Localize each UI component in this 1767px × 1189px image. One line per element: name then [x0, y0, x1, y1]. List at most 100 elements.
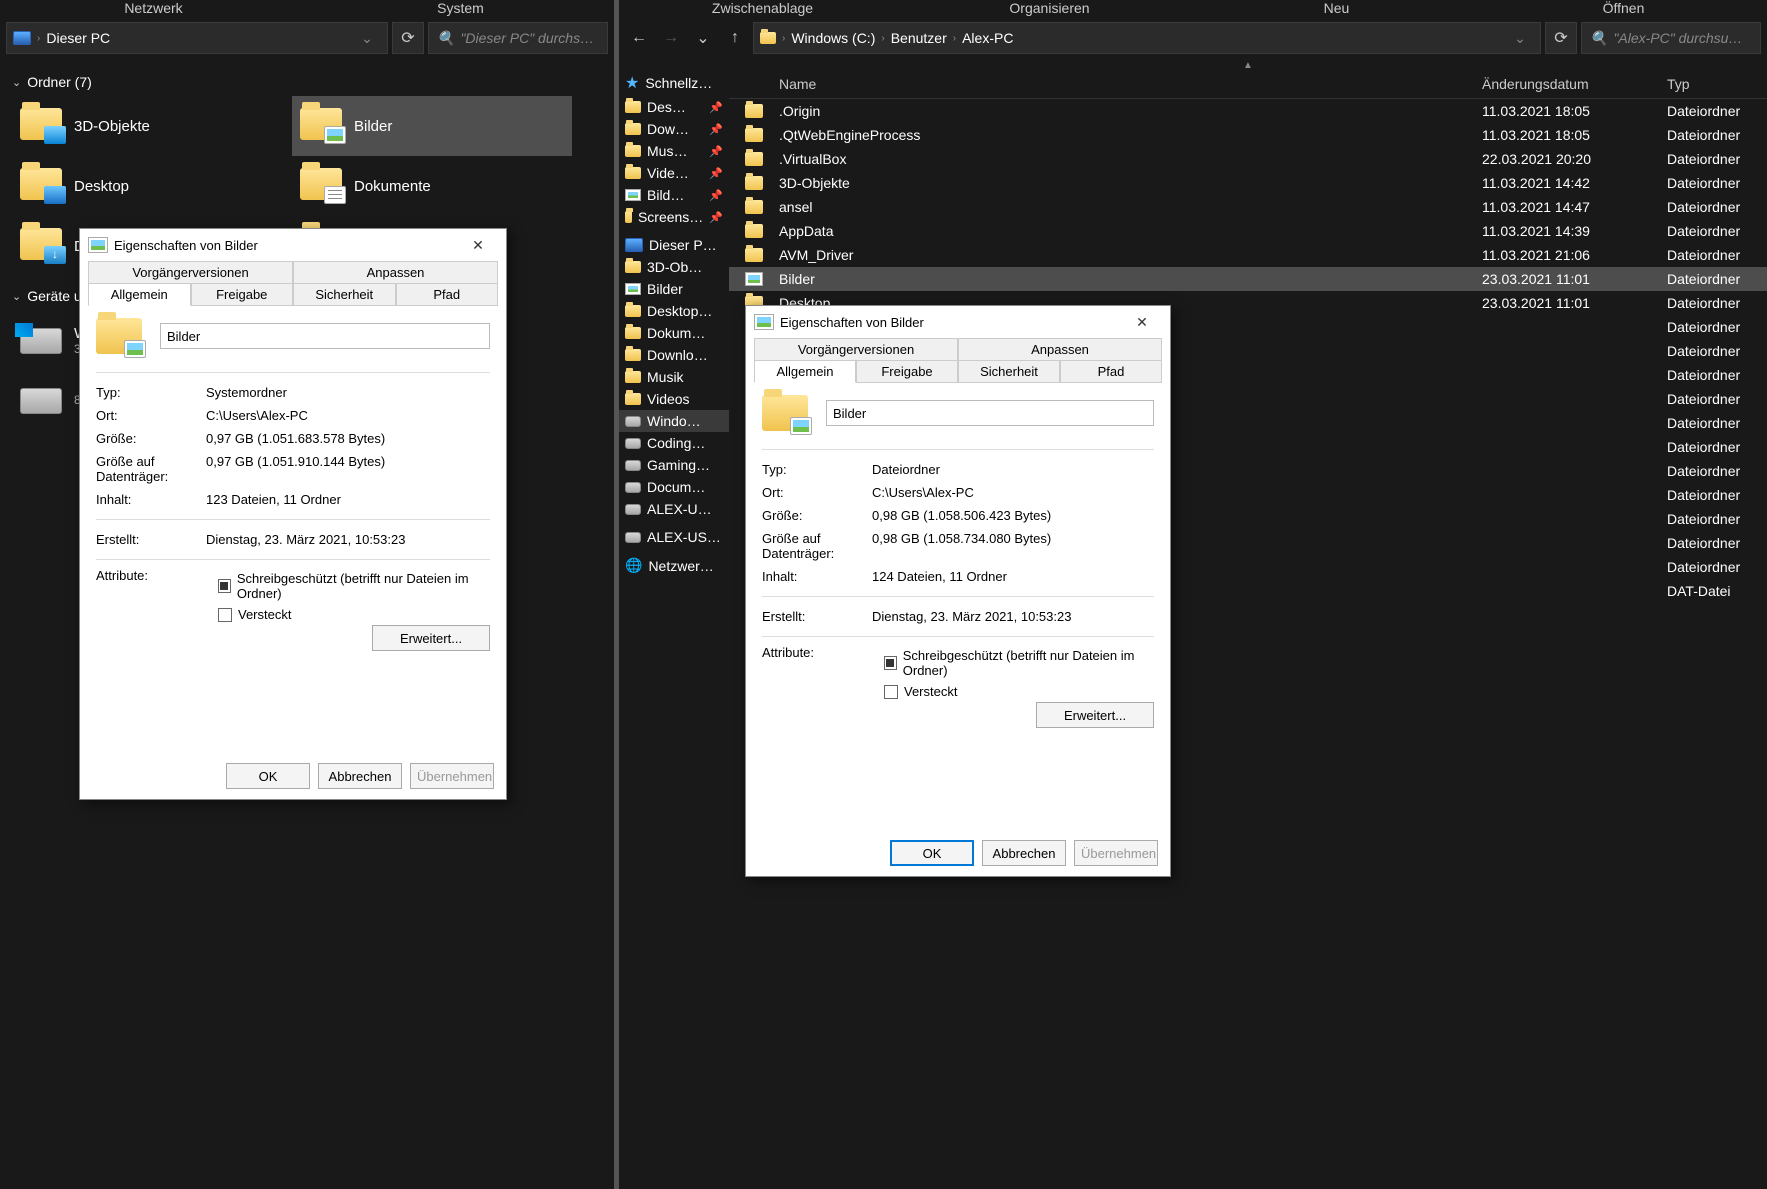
- tab-path[interactable]: Pfad: [1060, 360, 1162, 383]
- tree-item[interactable]: Vide…📌: [619, 162, 729, 184]
- tree-item[interactable]: Desktop…: [619, 300, 729, 322]
- address-field[interactable]: › Windows (C:) › Benutzer › Alex-PC ⌄: [753, 22, 1541, 54]
- list-row[interactable]: .Origin11.03.2021 18:05Dateiordner: [729, 99, 1767, 123]
- tree-item[interactable]: Coding…: [619, 432, 729, 454]
- breadcrumb[interactable]: Benutzer: [891, 30, 947, 46]
- tree-item[interactable]: Windo…: [619, 410, 729, 432]
- tab-sharing[interactable]: Freigabe: [191, 283, 294, 306]
- breadcrumb[interactable]: Windows (C:): [791, 30, 875, 46]
- drive-icon: [625, 460, 641, 471]
- breadcrumb[interactable]: Alex-PC: [962, 30, 1013, 46]
- dialog-title: Eigenschaften von Bilder: [780, 315, 1116, 330]
- apply-button[interactable]: Übernehmen: [410, 763, 494, 789]
- tree-item[interactable]: Docum…: [619, 476, 729, 498]
- search-input[interactable]: 🔍 "Alex-PC" durchsu…: [1581, 22, 1761, 54]
- checkbox-hidden[interactable]: Versteckt: [884, 681, 1154, 702]
- search-placeholder: "Alex-PC" durchsu…: [1613, 30, 1742, 46]
- refresh-button[interactable]: ⟳: [392, 22, 424, 54]
- label-location: Ort:: [96, 408, 206, 423]
- tree-item[interactable]: Screens…📌: [619, 206, 729, 228]
- name-input[interactable]: [160, 323, 490, 349]
- checkbox-readonly[interactable]: Schreibgeschützt (betrifft nur Dateien i…: [218, 568, 490, 604]
- tab-sharing[interactable]: Freigabe: [856, 360, 958, 383]
- tree-item[interactable]: Dokum…: [619, 322, 729, 344]
- advanced-button[interactable]: Erweitert...: [1036, 702, 1154, 728]
- cancel-button[interactable]: Abbrechen: [982, 840, 1066, 866]
- list-header[interactable]: Name Änderungsdatum Typ: [729, 70, 1767, 99]
- ribbon-tab[interactable]: Öffnen: [1480, 0, 1767, 16]
- search-input[interactable]: 🔍 "Dieser PC" durchs…: [428, 22, 608, 54]
- apply-button[interactable]: Übernehmen: [1074, 840, 1158, 866]
- close-button[interactable]: ✕: [458, 237, 498, 254]
- folder-tile[interactable]: Dokumente: [292, 156, 572, 216]
- tab-customize[interactable]: Anpassen: [958, 338, 1162, 361]
- tab-versions[interactable]: Vorgängerversionen: [88, 261, 293, 284]
- name-input[interactable]: [826, 400, 1154, 426]
- refresh-button[interactable]: ⟳: [1545, 22, 1577, 54]
- folder-tile[interactable]: Desktop: [12, 156, 292, 216]
- tree-item[interactable]: ★Schnellz…: [619, 70, 729, 96]
- col-name[interactable]: Name: [729, 76, 1472, 92]
- tree-item[interactable]: ALEX-U…: [619, 498, 729, 520]
- tree-item[interactable]: Dow…📌: [619, 118, 729, 140]
- ribbon-tab-network[interactable]: Netzwerk: [0, 0, 307, 16]
- tree-item[interactable]: ALEX-US…: [619, 526, 729, 548]
- tree-item[interactable]: Bild…📌: [619, 184, 729, 206]
- checkbox-readonly[interactable]: Schreibgeschützt (betrifft nur Dateien i…: [884, 645, 1154, 681]
- ribbon-tab[interactable]: Zwischenablage: [619, 0, 906, 16]
- tab-customize[interactable]: Anpassen: [293, 261, 498, 284]
- tree-item[interactable]: Downlo…: [619, 344, 729, 366]
- tree-item[interactable]: Bilder: [619, 278, 729, 300]
- tree-item[interactable]: Videos: [619, 388, 729, 410]
- back-button[interactable]: ←: [625, 24, 653, 52]
- tree-item[interactable]: Gaming…: [619, 454, 729, 476]
- ribbon-tab-system[interactable]: System: [307, 0, 614, 16]
- tab-security[interactable]: Sicherheit: [293, 283, 396, 306]
- tree-item[interactable]: Des…📌: [619, 96, 729, 118]
- ribbon-tab[interactable]: Organisieren: [906, 0, 1193, 16]
- close-button[interactable]: ✕: [1122, 314, 1162, 331]
- tab-versions[interactable]: Vorgängerversionen: [754, 338, 958, 361]
- tab-general[interactable]: Allgemein: [88, 283, 191, 306]
- list-row[interactable]: Bilder23.03.2021 11:01Dateiordner: [729, 267, 1767, 291]
- address-field[interactable]: › Dieser PC ⌄: [6, 22, 388, 54]
- cancel-button[interactable]: Abbrechen: [318, 763, 402, 789]
- recent-dropdown[interactable]: ⌄: [689, 24, 717, 52]
- list-row[interactable]: 3D-Objekte11.03.2021 14:42Dateiordner: [729, 171, 1767, 195]
- tab-security[interactable]: Sicherheit: [958, 360, 1060, 383]
- chevron-down-icon[interactable]: ⌄: [353, 30, 381, 47]
- col-date[interactable]: Änderungsdatum: [1472, 76, 1657, 92]
- folder-tile[interactable]: Bilder: [292, 96, 572, 156]
- tree-item[interactable]: Musik: [619, 366, 729, 388]
- checkbox-hidden[interactable]: Versteckt: [218, 604, 490, 625]
- ok-button[interactable]: OK: [226, 763, 310, 789]
- tree-item[interactable]: Dieser P…: [619, 234, 729, 256]
- ok-button[interactable]: OK: [890, 840, 974, 866]
- nav-tree[interactable]: ★Schnellz…Des…📌Dow…📌Mus…📌Vide…📌Bild…📌Scr…: [619, 60, 729, 1189]
- list-row[interactable]: ansel11.03.2021 14:47Dateiordner: [729, 195, 1767, 219]
- tab-general[interactable]: Allgemein: [754, 360, 856, 383]
- up-button[interactable]: ↑: [721, 24, 749, 52]
- tree-item[interactable]: Mus…📌: [619, 140, 729, 162]
- tree-item[interactable]: 🌐Netzwer…: [619, 554, 729, 577]
- titlebar[interactable]: Eigenschaften von Bilder ✕: [80, 229, 506, 261]
- titlebar[interactable]: Eigenschaften von Bilder ✕: [746, 306, 1170, 338]
- list-row[interactable]: AppData11.03.2021 14:39Dateiordner: [729, 219, 1767, 243]
- tree-item[interactable]: 3D-Ob…: [619, 256, 729, 278]
- folder-tile[interactable]: 3D-Objekte: [12, 96, 292, 156]
- value-type: Systemordner: [206, 385, 490, 400]
- forward-button[interactable]: →: [657, 24, 685, 52]
- drive-icon: [625, 438, 641, 449]
- label-contents: Inhalt:: [762, 569, 872, 584]
- tab-path[interactable]: Pfad: [396, 283, 499, 306]
- list-row[interactable]: AVM_Driver11.03.2021 21:06Dateiordner: [729, 243, 1767, 267]
- group-folders-header[interactable]: ⌄ Ordner (7): [12, 68, 602, 96]
- list-row[interactable]: .QtWebEngineProcess11.03.2021 18:05Datei…: [729, 123, 1767, 147]
- chevron-down-icon[interactable]: ⌄: [1506, 30, 1534, 47]
- ribbon-tab[interactable]: Neu: [1193, 0, 1480, 16]
- breadcrumb[interactable]: Dieser PC: [46, 30, 110, 46]
- drive-icon: [625, 532, 641, 543]
- col-type[interactable]: Typ: [1657, 76, 1767, 92]
- advanced-button[interactable]: Erweitert...: [372, 625, 490, 651]
- list-row[interactable]: .VirtualBox22.03.2021 20:20Dateiordner: [729, 147, 1767, 171]
